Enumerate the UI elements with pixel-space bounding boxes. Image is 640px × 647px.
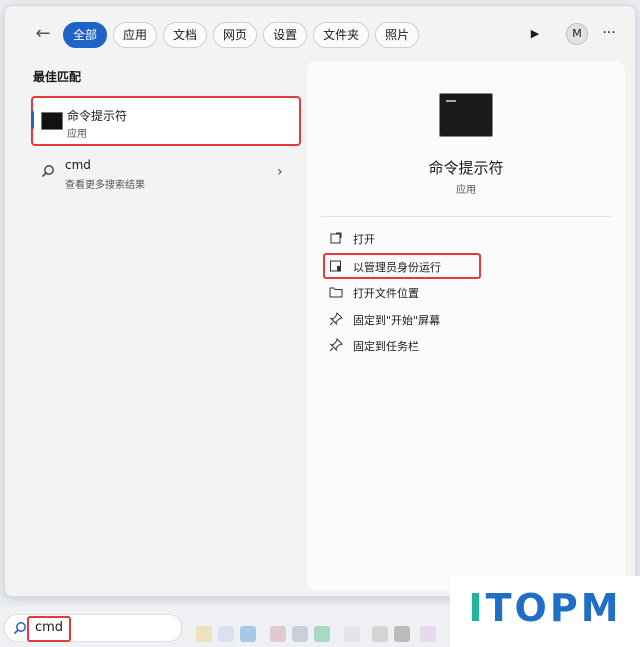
taskbar-app-icon[interactable] bbox=[344, 626, 360, 642]
best-match-result[interactable]: 命令提示符 应用 bbox=[31, 96, 301, 146]
web-search-result[interactable]: cmd 查看更多搜索结果 › bbox=[31, 154, 297, 196]
best-match-heading: 最佳匹配 bbox=[33, 70, 82, 84]
search-icon bbox=[13, 622, 26, 635]
action-pin-to-taskbar[interactable]: 固定到任务栏 bbox=[325, 334, 485, 356]
action-open[interactable]: 打开 bbox=[325, 227, 485, 249]
tab-documents[interactable]: 文档 bbox=[163, 22, 208, 48]
preview-pane: 命令提示符 应用 打开 以管理员身份运行 打开文件位置 固定到"开始"屏幕 固定… bbox=[307, 61, 625, 591]
preview-title: 命令提示符 bbox=[428, 159, 504, 177]
open-icon bbox=[330, 232, 342, 244]
action-label: 打开 bbox=[353, 233, 375, 246]
search-input-value: cmd bbox=[35, 620, 64, 635]
search-icon bbox=[42, 165, 54, 177]
taskbar-app-icon[interactable] bbox=[218, 626, 234, 642]
tab-settings[interactable]: 设置 bbox=[263, 22, 308, 48]
action-label: 以管理员身份运行 bbox=[353, 261, 441, 274]
taskbar-app-icon[interactable] bbox=[372, 626, 388, 642]
taskbar-app-icon[interactable] bbox=[240, 626, 256, 642]
tab-all[interactable]: 全部 bbox=[63, 22, 108, 48]
pin-icon bbox=[329, 312, 343, 326]
admin-shield-icon bbox=[330, 260, 341, 272]
divider bbox=[321, 216, 611, 217]
action-label: 固定到"开始"屏幕 bbox=[353, 314, 441, 327]
itopm-watermark-logo: ITOPM bbox=[450, 576, 640, 647]
filter-tabs: 全部 应用 文档 网页 设置 文件夹 照片 bbox=[63, 22, 420, 48]
taskbar-app-icon[interactable] bbox=[196, 626, 212, 642]
taskbar-app-icon[interactable] bbox=[420, 626, 436, 642]
taskbar-app-icon[interactable] bbox=[270, 626, 286, 642]
taskbar-app-icon[interactable] bbox=[292, 626, 308, 642]
action-pin-to-start[interactable]: 固定到"开始"屏幕 bbox=[325, 308, 485, 330]
taskbar-search-box[interactable]: cmd bbox=[4, 614, 182, 642]
best-match-type: 应用 bbox=[67, 129, 87, 140]
command-prompt-large-icon bbox=[439, 93, 493, 137]
pin-icon bbox=[329, 338, 343, 352]
chevron-right-icon: › bbox=[277, 164, 283, 180]
tab-photos[interactable]: 照片 bbox=[375, 22, 420, 48]
action-open-file-location[interactable]: 打开文件位置 bbox=[325, 281, 485, 303]
play-icon[interactable]: ▶ bbox=[523, 22, 547, 46]
action-label: 固定到任务栏 bbox=[353, 340, 419, 353]
action-run-as-admin[interactable]: 以管理员身份运行 bbox=[323, 253, 481, 279]
folder-icon bbox=[329, 287, 343, 298]
tab-apps[interactable]: 应用 bbox=[113, 22, 158, 48]
taskbar-app-icon[interactable] bbox=[394, 626, 410, 642]
command-prompt-icon bbox=[41, 112, 63, 130]
selection-indicator bbox=[31, 111, 34, 129]
web-search-subtitle: 查看更多搜索结果 bbox=[65, 180, 145, 191]
taskbar-app-icon[interactable] bbox=[314, 626, 330, 642]
tab-folders[interactable]: 文件夹 bbox=[313, 22, 370, 48]
avatar[interactable]: M bbox=[566, 23, 588, 45]
search-input[interactable]: cmd bbox=[27, 616, 71, 642]
tab-web[interactable]: 网页 bbox=[213, 22, 258, 48]
web-search-query: cmd bbox=[65, 158, 91, 172]
action-label: 打开文件位置 bbox=[353, 287, 419, 300]
preview-type: 应用 bbox=[456, 185, 476, 196]
best-match-name: 命令提示符 bbox=[67, 109, 128, 123]
back-arrow-icon[interactable]: ← bbox=[31, 22, 55, 46]
search-window: ← 全部 应用 文档 网页 设置 文件夹 照片 ▶ M ··· 最佳匹配 命令提… bbox=[4, 5, 636, 597]
search-topbar: ← 全部 应用 文档 网页 设置 文件夹 照片 ▶ M ··· bbox=[5, 6, 635, 62]
more-options-icon[interactable]: ··· bbox=[597, 22, 621, 46]
